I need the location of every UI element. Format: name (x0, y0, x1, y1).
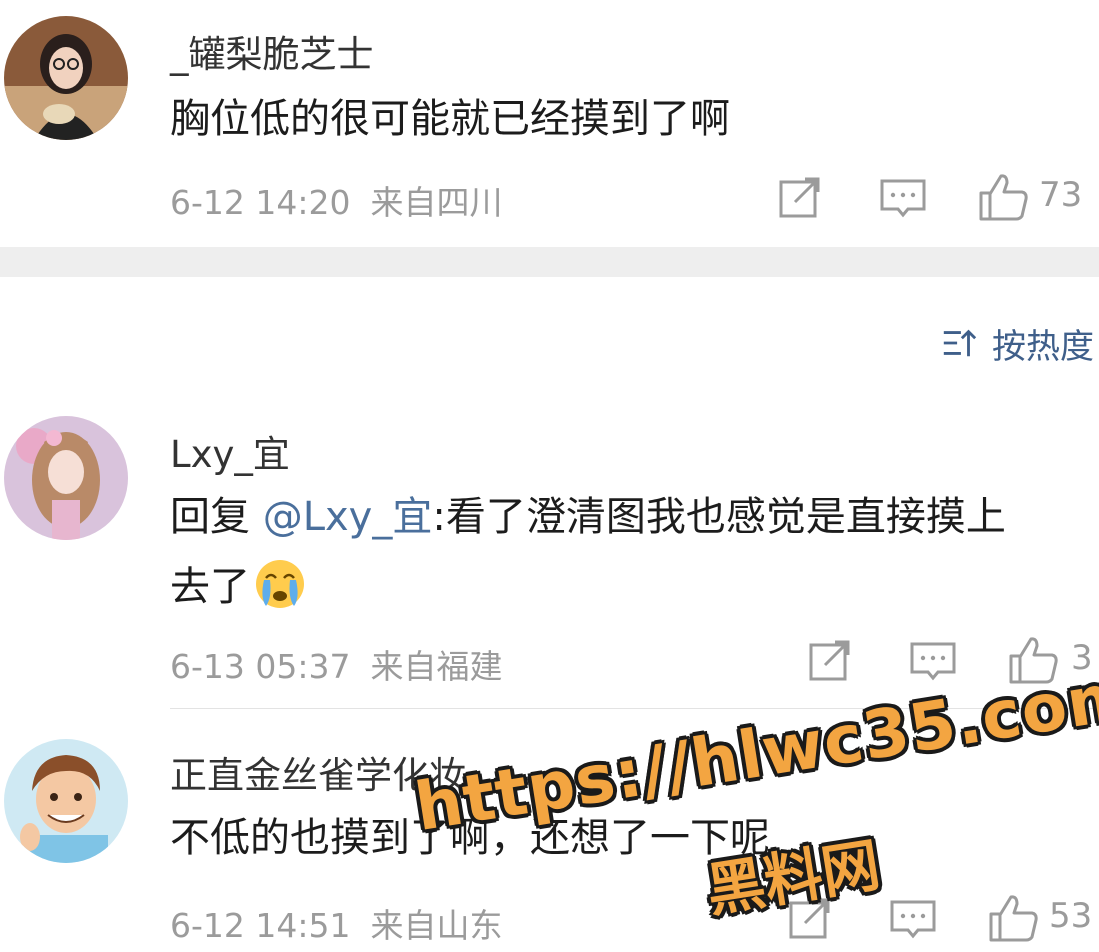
share-button[interactable] (799, 630, 859, 690)
comment-actions: 53 (779, 888, 1099, 948)
location: 来自山东 (370, 906, 503, 945)
location: 来自福建 (370, 647, 503, 686)
avatar[interactable] (4, 739, 128, 863)
sort-icon (943, 329, 977, 357)
sort-label: 按热度 (992, 326, 1094, 367)
username[interactable]: 正直金丝雀学化妆 (170, 745, 466, 799)
reply-prefix: 回复 (170, 494, 263, 540)
mention-link[interactable]: @Lxy_宜 (263, 494, 433, 540)
timestamp: 6-13 05:37 (170, 647, 351, 686)
timestamp: 6-12 14:51 (170, 906, 351, 945)
comment-text: 不低的也摸到了啊，还想了一下呢 (170, 815, 770, 861)
comment-icon (880, 179, 926, 218)
comment-meta: 6-12 14:20 来自四川 (170, 176, 503, 224)
like-count: 53 (1049, 896, 1093, 936)
comment-item: Lxy_宜 回复 @Lxy_宜:看了澄清图我也感觉是直接摸上 去了 6-13 0… (0, 410, 1099, 710)
comment-text: 回复 @Lxy_宜:看了澄清图我也感觉是直接摸上 去了 (170, 482, 1085, 622)
comment-item: _罐梨脆芝士 胸位低的很可能就已经摸到了啊 6-12 14:20 来自四川 73 (0, 0, 1099, 247)
like-button[interactable] (973, 167, 1033, 227)
comment-icon (910, 642, 956, 681)
avatar[interactable] (4, 16, 128, 140)
comment-item: 正直金丝雀学化妆 不低的也摸到了啊，还想了一下呢 6-12 14:51 来自山东 … (0, 725, 1099, 952)
share-icon (809, 640, 850, 681)
sort-toggle[interactable]: 按热度 (940, 318, 1094, 368)
timestamp: 6-12 14:20 (170, 183, 351, 222)
comment-meta: 6-12 14:51 来自山东 (170, 899, 503, 947)
avatar[interactable] (4, 416, 128, 540)
like-button[interactable] (1003, 630, 1063, 690)
section-divider (0, 247, 1099, 277)
like-count: 73 (1039, 175, 1083, 215)
like-button[interactable] (983, 888, 1043, 948)
comment-icon (890, 900, 936, 939)
comment-actions: 73 (769, 167, 1099, 227)
reply-text-cont: 去了 (170, 564, 250, 610)
comment-text: 胸位低的很可能就已经摸到了啊 (170, 96, 730, 142)
like-count: 3 (1071, 638, 1093, 678)
comment-meta: 6-13 05:37 来自福建 (170, 640, 503, 688)
username[interactable]: _罐梨脆芝士 (170, 24, 374, 78)
comment-actions: 3 (799, 630, 1099, 690)
thumbs-up-icon (1009, 637, 1058, 684)
thumbs-up-icon (979, 174, 1028, 221)
share-icon (789, 898, 830, 939)
comment-separator (170, 708, 1099, 709)
share-icon (779, 177, 820, 218)
thumbs-up-icon (989, 895, 1038, 942)
share-button[interactable] (769, 167, 829, 227)
reply-button[interactable] (903, 630, 963, 690)
location: 来自四川 (370, 183, 503, 222)
reply-button[interactable] (883, 888, 943, 948)
crying-face-emoji (256, 560, 304, 608)
reply-text: :看了澄清图我也感觉是直接摸上 (432, 494, 1006, 540)
reply-button[interactable] (873, 167, 933, 227)
share-button[interactable] (779, 888, 839, 948)
username[interactable]: Lxy_宜 (170, 424, 290, 478)
